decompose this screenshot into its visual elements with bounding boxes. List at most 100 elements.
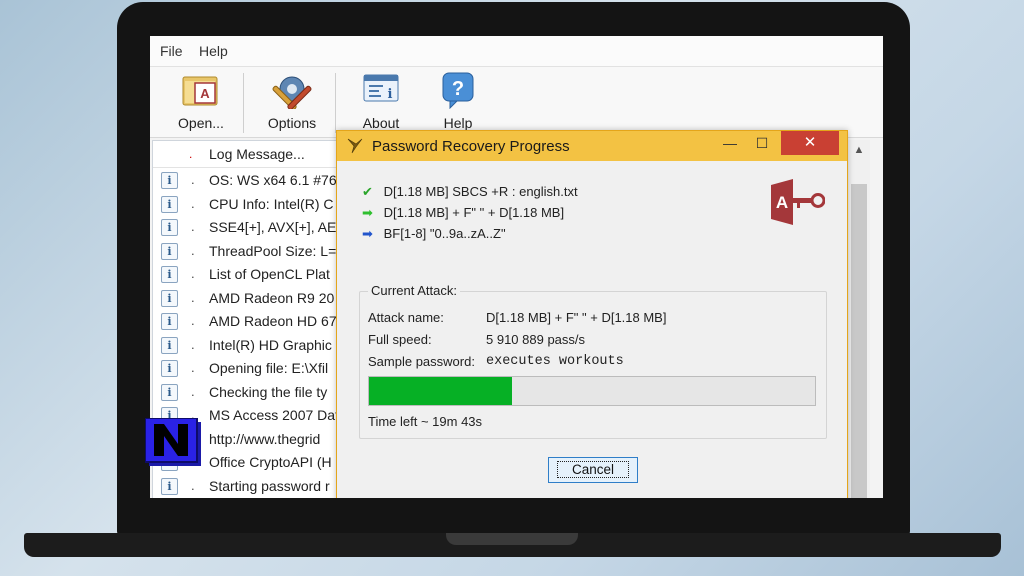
menu-file[interactable]: File xyxy=(160,43,183,59)
about-button[interactable]: i About xyxy=(345,71,417,133)
about-window-icon: i xyxy=(361,71,401,109)
minimize-button[interactable]: — xyxy=(713,131,747,155)
log-message: AMD Radeon HD 67 xyxy=(209,313,337,329)
log-row-marker: . xyxy=(191,383,195,399)
log-row[interactable]: i. Checking the file ty xyxy=(153,380,341,404)
pass-row: ➡ BF[1-8] "0..9a..zA..Z" xyxy=(362,226,506,242)
info-icon: i xyxy=(161,360,178,377)
sample-password-row: Sample password: executes workouts xyxy=(368,354,624,369)
info-icon: i xyxy=(161,289,178,307)
log-header[interactable]: . Log Message... xyxy=(153,141,341,168)
app-logo-icon xyxy=(347,138,363,154)
scroll-thumb[interactable] xyxy=(851,184,867,498)
close-button[interactable]: ✕ xyxy=(781,131,839,155)
log-message: ThreadPool Size: L= xyxy=(209,242,337,259)
svg-text:i: i xyxy=(388,87,393,102)
svg-text:A: A xyxy=(200,86,210,101)
log-row-marker: . xyxy=(191,336,195,352)
log-row-marker: . xyxy=(191,219,195,234)
open-label: Open... xyxy=(178,115,224,131)
menu-help[interactable]: Help xyxy=(199,43,228,59)
toolbar: A Open... Options i About ? Help xyxy=(150,67,883,138)
log-row-marker: . xyxy=(191,266,195,281)
attack-name-row: Attack name: D[1.18 MB] + F" " + D[1.18 … xyxy=(368,310,666,325)
cancel-button[interactable]: Cancel xyxy=(548,457,638,483)
log-row[interactable]: i. Opening file: E:\Xfil xyxy=(153,356,341,380)
pass-text: D[1.18 MB] + F" " + D[1.18 MB] xyxy=(383,205,565,220)
about-label: About xyxy=(362,115,400,131)
toolbar-separator xyxy=(243,73,244,133)
info-icon: i xyxy=(161,242,178,260)
log-header-label: Log Message... xyxy=(209,146,305,162)
log-message: http://www.thegrid xyxy=(209,430,321,447)
log-row[interactable]: i. AMD Radeon HD 67 xyxy=(153,309,341,333)
progress-bar xyxy=(368,376,816,406)
menu-bar: File Help xyxy=(150,36,883,67)
open-access-file-icon: A xyxy=(181,71,221,109)
log-row-marker: . xyxy=(191,477,195,493)
info-icon: i xyxy=(161,219,178,236)
svg-text:?: ? xyxy=(452,78,464,100)
log-message: Intel(R) HD Graphic xyxy=(209,336,332,353)
options-label: Options xyxy=(267,115,317,131)
info-icon: i xyxy=(161,383,178,401)
info-icon: i xyxy=(161,477,178,495)
log-row-marker: . xyxy=(191,172,195,187)
log-message: Starting password r xyxy=(209,477,330,494)
log-row[interactable]: i. ThreadPool Size: L= xyxy=(153,239,341,263)
info-icon: i xyxy=(161,313,178,330)
log-row[interactable]: i. List of OpenCL Plat xyxy=(153,262,341,286)
toolbar-separator xyxy=(335,73,336,133)
laptop-notch xyxy=(446,533,578,545)
green-arrow-icon: ➡ xyxy=(362,205,373,220)
log-row[interactable]: i. Intel(R) HD Graphic xyxy=(153,333,341,357)
log-row[interactable]: i. OS: WS x64 6.1 #760 xyxy=(153,168,341,192)
blue-arrow-icon: ➡ xyxy=(362,226,373,241)
log-row-marker: . xyxy=(191,289,195,305)
svg-text:A: A xyxy=(776,193,788,212)
log-row-marker: . xyxy=(191,242,195,258)
log-message: AMD Radeon R9 20 xyxy=(209,289,335,306)
current-attack-group: Current Attack: Attack name: D[1.18 MB] … xyxy=(359,283,827,439)
app-window: File Help A Open... Options i About ? He… xyxy=(150,36,883,498)
log-row[interactable]: i. AMD Radeon R9 20 xyxy=(153,286,341,310)
log-header-marker: . xyxy=(189,147,193,161)
scroll-up-icon[interactable]: ▲ xyxy=(848,140,870,160)
log-row-marker: . xyxy=(191,360,195,375)
pass-text: D[1.18 MB] SBCS +R : english.txt xyxy=(383,184,578,199)
info-icon: i xyxy=(161,172,178,189)
log-message: OS: WS x64 6.1 #760 xyxy=(209,172,342,188)
log-row[interactable]: i. SSE4[+], AVX[+], AE xyxy=(153,215,341,239)
access-key-logo: A xyxy=(771,177,826,227)
log-message: Office CryptoAPI (H xyxy=(209,454,332,470)
help-question-icon: ? xyxy=(438,71,478,110)
pass-row: ➡ D[1.18 MB] + F" " + D[1.18 MB] xyxy=(362,205,564,221)
log-message: List of OpenCL Plat xyxy=(209,266,330,282)
log-row-marker: . xyxy=(191,313,195,328)
info-icon: i xyxy=(161,195,178,213)
attack-name-label: Attack name: xyxy=(368,310,444,325)
dialog-title: Password Recovery Progress xyxy=(372,138,570,155)
speed-label: Full speed: xyxy=(368,332,432,347)
maximize-button[interactable]: ☐ xyxy=(745,131,779,155)
info-icon: i xyxy=(161,336,178,354)
time-left: Time left ~ 19m 43s xyxy=(368,414,483,429)
options-button[interactable]: Options xyxy=(256,71,328,133)
info-icon: i xyxy=(161,266,178,283)
check-icon: ✔ xyxy=(362,184,373,199)
log-row[interactable]: i. CPU Info: Intel(R) C xyxy=(153,192,341,216)
log-message: MS Access 2007 Dat xyxy=(209,407,339,423)
n-logo-watermark xyxy=(144,417,203,468)
dialog-titlebar[interactable]: Password Recovery Progress — ☐ ✕ xyxy=(337,131,847,161)
progress-dialog: Password Recovery Progress — ☐ ✕ ✔ D[1.1… xyxy=(336,130,848,498)
open-button[interactable]: A Open... xyxy=(165,71,237,133)
speed-row: Full speed: 5 910 889 pass/s xyxy=(368,332,585,347)
tools-icon xyxy=(272,71,312,110)
sample-password-value: executes workouts xyxy=(486,354,624,369)
cancel-label: Cancel xyxy=(556,461,630,478)
vertical-scrollbar[interactable]: ▲ xyxy=(847,140,870,498)
log-message: Opening file: E:\Xfil xyxy=(209,360,329,376)
help-button[interactable]: ? Help xyxy=(422,71,494,133)
pass-text: BF[1-8] "0..9a..zA..Z" xyxy=(383,226,506,241)
log-row[interactable]: i. Starting password r xyxy=(153,474,341,498)
